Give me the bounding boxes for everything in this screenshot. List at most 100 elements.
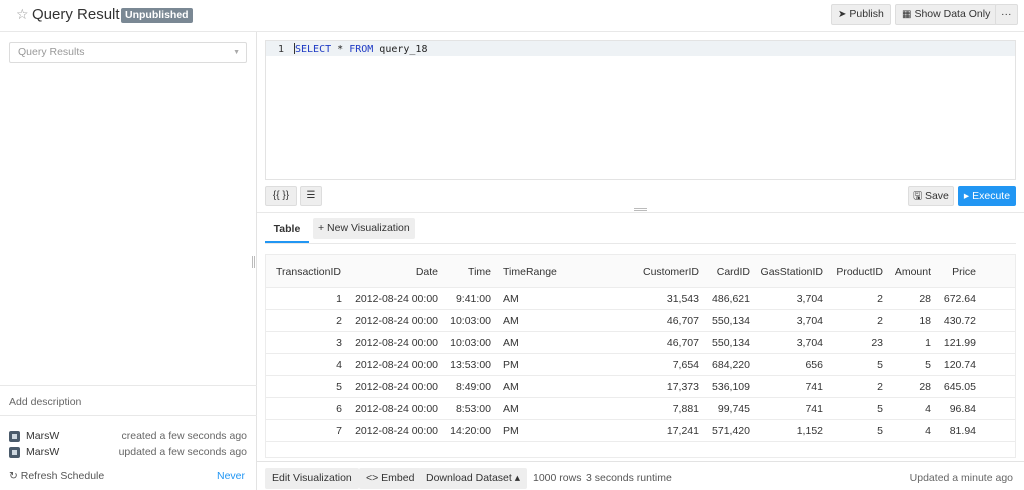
ellipsis-icon: ··· [1001,8,1012,20]
avatar-icon [9,447,20,458]
tabs-top-divider [257,212,1024,213]
table-cell: 17,373 [666,381,699,393]
table-cell: 656 [805,359,823,371]
table-cell: 5 [877,425,883,437]
table-cell: 5 [336,381,342,393]
table-cell: 430.72 [943,315,976,327]
table-cell: 121.99 [943,337,976,349]
publish-button[interactable]: ➤ Publish [831,4,891,25]
table-cell: 2012-08-24 00:00 [355,403,438,415]
tab-table[interactable]: Table [265,218,309,243]
column-header[interactable]: GasStationID [761,266,823,278]
table-cell: 8:53:00 [455,403,491,415]
query-results-select[interactable]: Query Results ▼ [9,42,247,63]
table-cell: 2012-08-24 00:00 [355,425,438,437]
table-cell: 5 [925,359,931,371]
table-row: 1 2012-08-24 00:00 9:41:00 AM 31,543 486,621 3… [266,288,1015,310]
description-area[interactable]: Add description [0,385,257,416]
table-cell: 13:53:00 [450,359,491,371]
table-cell: 7,881 [672,403,699,415]
table-icon: ▦ [902,9,912,20]
table-cell: 1,152 [796,425,823,437]
table-cell: 28 [919,293,931,305]
refresh-icon: ↻ [9,470,18,482]
table-cell: 46,707 [666,315,699,327]
table-cell: 10:03:00 [450,337,491,349]
table-cell: 3,704 [796,293,823,305]
table-cell: AM [503,403,519,415]
tabs-divider [265,243,1016,244]
table-row: 6 2012-08-24 00:00 8:53:00 AM 7,881 99,745 741… [266,398,1015,420]
save-button[interactable]: 🖫 Save [908,186,954,206]
table-cell: 2 [877,315,883,327]
column-header[interactable]: CustomerID [643,266,699,278]
avatar-icon [9,431,20,442]
new-visualization-button[interactable]: + New Visualization [313,218,415,239]
table-row: 7 2012-08-24 00:00 14:20:00 PM 17,241 571,420… [266,420,1015,442]
download-dataset-button[interactable]: Download Dataset ▴ [419,468,527,489]
refresh-schedule-value[interactable]: Never [217,470,245,482]
table-cell: 2012-08-24 00:00 [355,359,438,371]
more-options-button[interactable]: ··· [995,4,1018,25]
table-cell: 18 [919,315,931,327]
favorite-star-icon[interactable]: ☆ [16,6,29,23]
column-header[interactable]: Amount [895,266,931,278]
column-header[interactable]: CardID [717,266,750,278]
table-cell: 550,134 [712,315,750,327]
table-cell: 120.74 [943,359,976,371]
updated-time: Updated a minute ago [909,472,1013,484]
table-cell: 3,704 [796,337,823,349]
table-cell: 1 [925,337,931,349]
execute-button[interactable]: ▸ Execute [958,186,1016,206]
updated-meta: MarsW updated a few seconds ago [9,446,247,460]
code-line[interactable]: SELECT * FROM query_18 [294,43,427,55]
column-header[interactable]: Price [952,266,976,278]
table-cell: 4 [925,403,931,415]
table-cell: 2 [336,315,342,327]
table-cell: 9:41:00 [455,293,491,305]
page-title[interactable]: Query Result [32,6,120,23]
table-row: 5 2012-08-24 00:00 8:49:00 AM 17,373 536,109 7… [266,376,1015,398]
created-time: created a few seconds ago [121,430,248,442]
table-cell: 2012-08-24 00:00 [355,337,438,349]
table-cell: 99,745 [717,403,750,415]
edit-visualization-button[interactable]: Edit Visualization [265,468,359,489]
table-row: 2 2012-08-24 00:00 10:03:00 AM 46,707 550,134… [266,310,1015,332]
table-cell: 96.84 [949,403,976,415]
table-row: 4 2012-08-24 00:00 13:53:00 PM 7,654 684,220 6… [266,354,1015,376]
unpublished-badge: Unpublished [121,8,193,23]
table-row: 3 2012-08-24 00:00 10:03:00 AM 46,707 550,134… [266,332,1015,354]
column-header[interactable]: TimeRange [503,266,557,278]
column-header[interactable]: ProductID [836,266,883,278]
format-query-button[interactable]: ☰ [300,186,322,206]
caret-down-icon: ▼ [233,49,240,56]
created-meta: MarsW created a few seconds ago [9,430,247,444]
save-icon: 🖫 [913,190,923,202]
table-cell: 2012-08-24 00:00 [355,381,438,393]
table-cell: PM [503,425,519,437]
results-table: TransactionID Date Time TimeRange Custom… [265,254,1016,458]
table-cell: 645.05 [943,381,976,393]
table-cell: 571,420 [712,425,750,437]
table-cell: 2012-08-24 00:00 [355,293,438,305]
table-cell: 23 [871,337,883,349]
column-header[interactable]: Time [468,266,491,278]
table-cell: 1 [336,293,342,305]
table-cell: 46,707 [666,337,699,349]
column-header[interactable]: Date [416,266,438,278]
table-cell: 2 [877,381,883,393]
horizontal-resize-handle[interactable] [634,208,647,211]
add-parameter-button[interactable]: {{ }} [265,186,297,206]
sql-editor[interactable]: 1 SELECT * FROM query_18 [265,40,1016,180]
show-data-only-button[interactable]: ▦ Show Data Only [895,4,998,25]
column-header[interactable]: TransactionID [276,266,341,278]
embed-button[interactable]: <> Embed [359,468,422,489]
add-description-link[interactable]: Add description [9,396,81,408]
table-cell: 4 [925,425,931,437]
table-cell: 3 [336,337,342,349]
table-cell: 5 [877,403,883,415]
table-cell: 536,109 [712,381,750,393]
table-cell: 8:49:00 [455,381,491,393]
vertical-resize-handle[interactable] [252,256,255,268]
indent-icon: ☰ [306,190,316,201]
